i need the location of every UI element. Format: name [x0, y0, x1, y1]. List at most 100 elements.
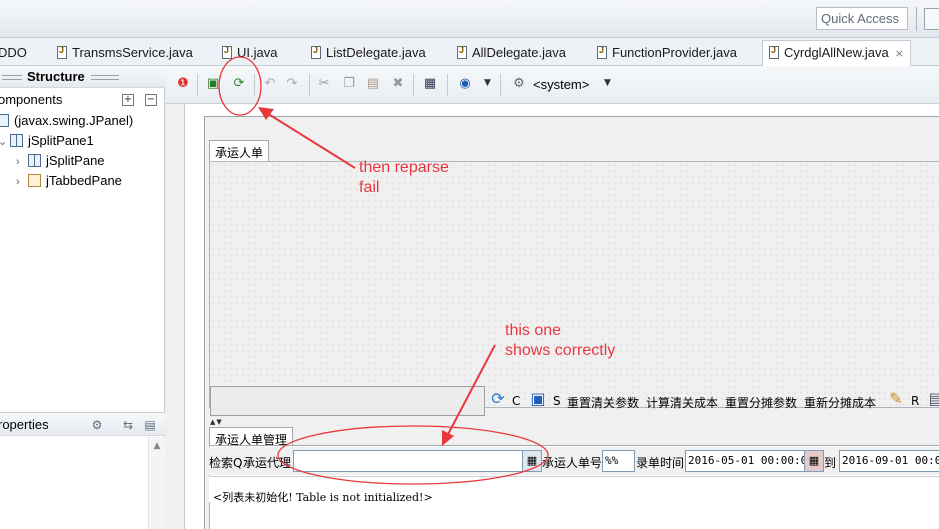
- reset-split-button[interactable]: 重置分摊参数: [725, 394, 797, 411]
- main-toolbar-area: Quick Access: [0, 0, 939, 38]
- cut-icon[interactable]: ✂: [315, 75, 333, 93]
- properties-title: roperties: [0, 417, 49, 432]
- calendar-icon[interactable]: ▦: [804, 450, 824, 472]
- tab-label: ListDelegate.java: [326, 45, 426, 60]
- split-divider-icon[interactable]: ▲▼: [210, 418, 223, 426]
- structure-header: Structure: [0, 66, 165, 88]
- toolbar-separator: [447, 74, 448, 96]
- tab-label: UI.java: [237, 45, 278, 60]
- order-no-field[interactable]: %%: [602, 450, 635, 472]
- properties-scrollbar[interactable]: ▲: [148, 437, 165, 529]
- refresh-button[interactable]: C: [512, 394, 520, 408]
- tree-label: jSplitPane: [46, 153, 105, 168]
- java-file-icon: [57, 45, 67, 59]
- edit-icon[interactable]: ✎: [885, 388, 907, 410]
- reparse-icon[interactable]: ⟳: [230, 75, 248, 93]
- paste-icon[interactable]: ▤: [364, 75, 382, 93]
- tree-item-jsplitpane1[interactable]: ⌄ jSplitPane1: [0, 133, 94, 153]
- components-header: omponents + −: [0, 89, 165, 111]
- tree-label: jSplitPane1: [28, 133, 94, 148]
- tab-label: AllDelegate.java: [472, 45, 566, 60]
- search-label: 检索Q: [209, 456, 243, 470]
- java-file-icon: [769, 45, 779, 59]
- status-box: [210, 386, 485, 416]
- to-label: 到: [824, 456, 837, 470]
- tree-item-jtabbedpane[interactable]: › jTabbedPane: [16, 173, 122, 193]
- calendar-icon[interactable]: ▦: [522, 450, 542, 472]
- tab-carrier-bill-management[interactable]: 承运人单管理: [209, 427, 294, 447]
- redo-icon[interactable]: ↷: [283, 75, 301, 93]
- list-icon[interactable]: ▤: [925, 388, 939, 410]
- save-icon[interactable]: ▣: [527, 388, 549, 410]
- r-button[interactable]: R: [911, 394, 919, 408]
- tab-list-delegate[interactable]: ListDelegate.java: [311, 42, 426, 65]
- properties-header: roperties ⚙ ⇆ ▤: [0, 412, 165, 436]
- system-selector[interactable]: <system>: [533, 77, 589, 92]
- toolbar-separator: [500, 74, 501, 96]
- search-row: 检索Q 承运代理 ▦ 承运人单号 %% 录单时间 2016-05-01 00:0…: [209, 447, 939, 475]
- tab-label: TransmsService.java: [72, 45, 193, 60]
- editor-tabs: DDO TransmsService.java UI.java ListDele…: [0, 38, 939, 66]
- toolbar-separator: [254, 74, 255, 96]
- event-icon[interactable]: ⚙: [90, 418, 104, 432]
- java-file-icon: [222, 45, 232, 59]
- tree-label: (javax.swing.JPanel): [14, 113, 134, 128]
- view-menu-icon[interactable]: ▤: [143, 418, 157, 432]
- tab-transms-service[interactable]: TransmsService.java: [57, 42, 193, 65]
- annotation-reparse-fail: then reparse fail: [359, 159, 449, 196]
- table-message: <列表未初始化! Table is not initialized!>: [213, 491, 433, 504]
- structure-title: Structure: [27, 69, 85, 84]
- chevron-right-icon[interactable]: ›: [16, 156, 28, 168]
- save-button[interactable]: S: [553, 394, 561, 408]
- grip-icon: [2, 75, 22, 80]
- toolbar-separator: [309, 74, 310, 96]
- components-title: omponents: [0, 92, 63, 107]
- open-preview-icon[interactable]: ▣: [204, 75, 222, 93]
- tab-label: CyrdglAllNew.java: [784, 45, 889, 60]
- toolbar-separator: [197, 74, 198, 96]
- chevron-down-icon[interactable]: ▼: [604, 78, 611, 88]
- tree-item-jpanel[interactable]: (javax.swing.JPanel): [0, 113, 133, 133]
- expand-all-button[interactable]: +: [122, 94, 134, 106]
- filter-icon[interactable]: ⇆: [121, 418, 135, 432]
- tab-function-provider[interactable]: FunctionProvider.java: [597, 42, 737, 65]
- perspective-button[interactable]: [924, 8, 939, 30]
- splitpane-icon: [10, 134, 23, 147]
- chevron-right-icon[interactable]: ›: [16, 176, 28, 188]
- calc-cost-button[interactable]: 计算清关成本: [646, 394, 718, 411]
- tab-label: FunctionProvider.java: [612, 45, 738, 60]
- agent-field[interactable]: [293, 450, 523, 472]
- refresh-icon[interactable]: ⟳: [487, 388, 509, 410]
- undo-icon[interactable]: ↶: [261, 75, 279, 93]
- bean-icon[interactable]: ⚙: [510, 75, 528, 93]
- tab-all-delegate[interactable]: AllDelegate.java: [457, 42, 566, 65]
- reset-params-button[interactable]: 重置清关参数: [567, 394, 639, 411]
- reallocate-button[interactable]: 重新分摊成本: [804, 394, 876, 411]
- error-icon[interactable]: ❶: [174, 75, 192, 93]
- toolbar-separator: [916, 7, 917, 31]
- tree-item-jsplitpane[interactable]: › jSplitPane: [16, 153, 105, 173]
- tab-cyrdgl-all-new[interactable]: CyrdglAllNew.java ⨯: [762, 40, 911, 66]
- collapse-all-button[interactable]: −: [145, 94, 157, 106]
- structure-panel: Structure omponents + − (javax.swing.JPa…: [0, 66, 165, 529]
- globe-icon[interactable]: ◉: [456, 75, 474, 93]
- tab-label: DDO: [0, 45, 27, 60]
- designer-toolbar: ❶ ▣ ⟳ ↶ ↷ ✂ ❐ ▤ ✖ ▦ ◉ ▼ ⚙ <system> ▼: [166, 66, 939, 104]
- chevron-down-icon[interactable]: ▼: [484, 78, 491, 88]
- tab-ui[interactable]: UI.java: [222, 42, 277, 65]
- panel-icon: [0, 114, 9, 127]
- copy-icon[interactable]: ❐: [340, 75, 358, 93]
- tab-carrier-bill[interactable]: 承运人单: [209, 140, 270, 161]
- date-to-field[interactable]: 2016-09-01 00:00:00: [839, 450, 939, 472]
- design-canvas: 承运人单 ⟳ C ▣ S 重置清关参数 计算清关成本 重置分摊参数 重新分摊成本…: [166, 104, 939, 529]
- delete-icon[interactable]: ✖: [389, 75, 407, 93]
- tab-ddo[interactable]: DDO: [0, 42, 27, 65]
- date-from-field[interactable]: 2016-05-01 00:00:00: [685, 450, 805, 472]
- chevron-down-icon[interactable]: ⌄: [0, 135, 10, 148]
- quick-access-input[interactable]: Quick Access: [816, 7, 908, 30]
- tabbedpane-icon: [28, 174, 41, 187]
- form-icon[interactable]: ▦: [421, 75, 439, 93]
- date-label: 录单时间: [636, 456, 685, 470]
- close-icon[interactable]: ⨯: [895, 48, 904, 60]
- annotation-shows-correctly: this one shows correctly: [505, 322, 616, 359]
